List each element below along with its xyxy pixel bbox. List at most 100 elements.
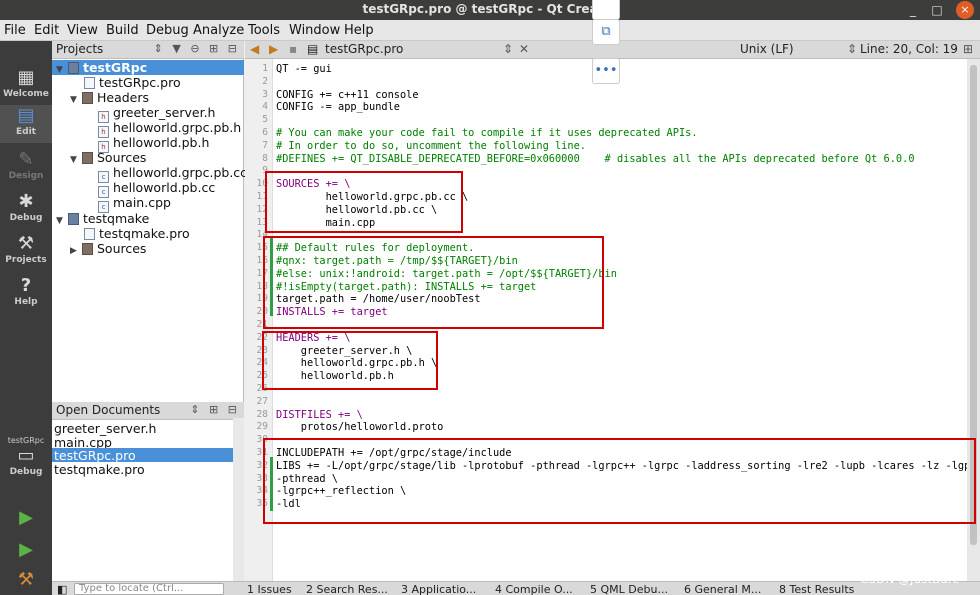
line-ending-selector[interactable]: Unix (LF) xyxy=(740,42,794,56)
output-tab-general[interactable]: 6 General M... xyxy=(684,583,761,595)
tree-label: Sources xyxy=(97,150,147,165)
chevron-down-icon: ▼ xyxy=(56,216,63,226)
minimize-button[interactable]: _ xyxy=(904,1,922,19)
folder-icon xyxy=(82,152,93,164)
menu-analyze[interactable]: Analyze xyxy=(193,23,244,38)
debug-run-button[interactable]: ▶ xyxy=(0,539,52,563)
line-number: 28 xyxy=(256,408,268,420)
open-document-item[interactable]: testqmake.pro xyxy=(54,462,145,477)
menu-view[interactable]: View xyxy=(67,23,98,38)
watermark: CSDN @JustBarc xyxy=(860,572,959,586)
bug-icon: ✱ xyxy=(18,191,34,212)
mode-label: Edit xyxy=(16,127,36,137)
output-tab-qml[interactable]: 5 QML Debu... xyxy=(590,583,668,595)
build-button[interactable]: ⚒ xyxy=(0,569,52,593)
line-ending-dropdown-icon[interactable]: ⇕ xyxy=(847,42,857,56)
open-documents-toolbar-icons[interactable]: ⇕ ⊞ ⊟ xyxy=(190,403,240,416)
play-icon: ▶ xyxy=(19,507,33,528)
tree-node-file[interactable]: c main.cpp xyxy=(98,195,171,213)
tree-label: helloworld.pb.cc xyxy=(113,180,216,195)
toggle-sidebar-icon[interactable]: ◧ xyxy=(57,583,67,595)
tree-node-file[interactable]: h greeter_server.h xyxy=(98,105,215,123)
output-tab-compile[interactable]: 4 Compile O... xyxy=(495,583,573,595)
projects-title[interactable]: Projects xyxy=(56,42,103,56)
projects-header: Projects ⇕ ▼ ⊖ ⊞ ⊟ xyxy=(52,41,244,59)
menu-edit[interactable]: Edit xyxy=(34,23,59,38)
code-line: CONFIG += c++11 console xyxy=(276,88,419,101)
current-file-name[interactable]: testGRpc.pro xyxy=(325,42,403,56)
mode-debug[interactable]: ✱ Debug xyxy=(0,191,52,225)
mode-projects[interactable]: ⚒ Projects xyxy=(0,233,52,267)
tree-node-folder[interactable]: ▼ Headers xyxy=(70,90,149,105)
grid-icon: ▦ xyxy=(17,67,35,88)
mode-label: Projects xyxy=(5,255,47,265)
menu-build[interactable]: Build xyxy=(106,23,139,38)
projects-toolbar-icons[interactable]: ⇕ ▼ ⊖ ⊞ ⊟ xyxy=(154,42,240,55)
open-documents-scrollbar[interactable] xyxy=(233,418,244,581)
menu-tools[interactable]: Tools xyxy=(248,23,280,38)
tree-node-file[interactable]: testqmake.pro xyxy=(84,226,190,241)
locate-input[interactable]: Type to locate (Ctrl... xyxy=(74,583,224,595)
tree-node-folder[interactable]: ▼ Sources xyxy=(70,150,146,165)
mode-edit[interactable]: ▤ Edit xyxy=(0,105,52,143)
file-dropdown-icon[interactable]: ⇕ xyxy=(503,42,513,56)
output-tab-application[interactable]: 3 Applicatio... xyxy=(401,583,476,595)
open-document-item[interactable]: main.cpp xyxy=(54,435,112,450)
tree-node-file[interactable]: c helloworld.pb.cc xyxy=(98,180,216,198)
tree-label: testGRpc.pro xyxy=(99,75,181,90)
tree-label: Headers xyxy=(97,90,150,105)
open-documents-title[interactable]: Open Documents xyxy=(56,403,160,417)
tree-node-folder[interactable]: ▶ Sources xyxy=(70,241,146,256)
open-documents-header: Open Documents ⇕ ⊞ ⊟ xyxy=(52,402,244,420)
maximize-button[interactable]: □ xyxy=(928,1,946,19)
cursor-position[interactable]: Line: 20, Col: 19 xyxy=(860,42,958,56)
run-button[interactable]: ▶ xyxy=(0,507,52,531)
mode-label: Debug xyxy=(9,213,43,223)
forward-arrow-icon[interactable]: ▶ xyxy=(269,42,278,56)
output-tab-tests[interactable]: 8 Test Results xyxy=(779,583,854,595)
more-options-icon[interactable]: ••• xyxy=(592,58,620,84)
kit-selector[interactable]: testGRpc ▭ Debug xyxy=(0,436,52,496)
open-document-item[interactable]: testGRpc.pro xyxy=(54,448,136,463)
menu-file[interactable]: File xyxy=(4,23,26,38)
project-icon xyxy=(68,213,79,225)
output-tab-search[interactable]: 2 Search Res... xyxy=(306,583,388,595)
menu-help[interactable]: Help xyxy=(344,23,374,38)
back-arrow-icon[interactable]: ◀ xyxy=(250,42,259,56)
output-tab-issues[interactable]: 1 Issues xyxy=(247,583,292,595)
tree-node-testgrpc[interactable]: ▼ testGRpc xyxy=(56,60,147,75)
line-number: 7 xyxy=(262,139,268,151)
annotation-box-deployment xyxy=(263,236,604,329)
mode-label: Welcome xyxy=(3,89,49,99)
chevron-right-icon: ▶ xyxy=(70,246,77,256)
mode-help[interactable]: ? Help xyxy=(0,275,52,309)
tree-node-file[interactable]: h helloworld.pb.h xyxy=(98,135,210,153)
floating-button-top[interactable] xyxy=(592,0,620,20)
menu-window[interactable]: Window xyxy=(289,23,340,38)
monitor-icon: ▭ xyxy=(17,445,35,466)
line-number: 6 xyxy=(262,127,268,138)
tree-node-file[interactable]: testGRpc.pro xyxy=(84,75,181,90)
tree-node-project[interactable]: ▼ testqmake xyxy=(56,211,149,226)
tree-label: testGRpc xyxy=(83,60,148,75)
code-line: # In order to do so, uncomment the follo… xyxy=(276,139,586,152)
menu-debug[interactable]: Debug xyxy=(146,23,189,38)
close-file-icon[interactable]: ✕ xyxy=(519,42,529,56)
kit-build-label: Debug xyxy=(9,467,43,477)
help-icon: ? xyxy=(20,275,32,296)
tree-label: helloworld.pb.h xyxy=(113,135,210,150)
tree-node-file[interactable]: c helloworld.grpc.pb.cc xyxy=(98,165,248,183)
open-document-item[interactable]: greeter_server.h xyxy=(54,421,156,436)
chevron-down-icon: ▼ xyxy=(56,65,63,75)
split-icon[interactable]: ⊞ xyxy=(963,42,973,56)
code-line: protos/helloworld.proto xyxy=(276,421,444,434)
close-button[interactable]: × xyxy=(956,1,974,19)
floating-window-icon[interactable]: ⧉ xyxy=(592,19,620,45)
code-line: CONFIG -= app_bundle xyxy=(276,101,400,114)
code-line: QT -= gui xyxy=(276,63,332,75)
tree-node-file[interactable]: h helloworld.grpc.pb.h xyxy=(98,120,241,138)
line-number: 3 xyxy=(262,88,268,100)
tree-label: helloworld.grpc.pb.cc xyxy=(113,165,248,180)
mode-welcome[interactable]: ▦ Welcome xyxy=(0,67,52,101)
pro-file-icon xyxy=(84,228,95,240)
